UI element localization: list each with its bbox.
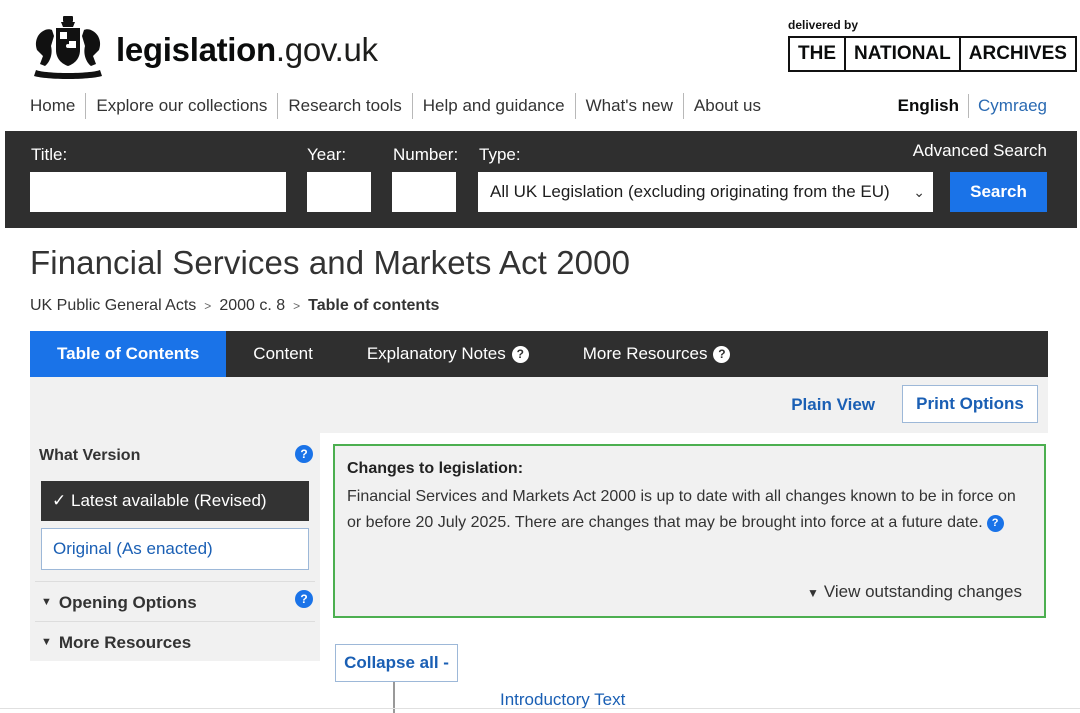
more-resources-toggle[interactable]: ▼ More Resources (35, 621, 315, 661)
version-latest-label: Latest available (Revised) (70, 491, 267, 510)
tab-explanatory-notes[interactable]: Explanatory Notes? (340, 331, 556, 377)
chevron-right-icon: > (204, 299, 212, 313)
help-icon[interactable]: ? (295, 590, 313, 608)
type-label: Type: (479, 145, 521, 164)
what-version-heading: What Version (39, 447, 141, 464)
tab-label: Table of Contents (57, 344, 200, 363)
tna-word-national: NATIONAL (846, 38, 961, 70)
tab-label: More Resources (582, 344, 708, 363)
title-input[interactable] (30, 172, 286, 212)
help-icon[interactable]: ? (986, 515, 1004, 532)
tab-more-resources[interactable]: More Resources? (556, 331, 758, 377)
nav-help-guidance[interactable]: Help and guidance (411, 93, 575, 119)
tab-label: Explanatory Notes (366, 344, 506, 363)
title-label: Title: (31, 145, 68, 164)
tab-table-of-contents[interactable]: Table of Contents (30, 331, 227, 385)
lang-english: English (898, 94, 970, 118)
nav-whats-new[interactable]: What's new (574, 93, 683, 119)
page-title: Financial Services and Markets Act 2000 (30, 244, 631, 281)
view-toolbar: Plain View Print Options (30, 377, 1048, 433)
version-original-button[interactable]: Original (As enacted) (41, 528, 309, 570)
triangle-down-icon: ▼ (41, 596, 52, 608)
help-icon[interactable]: ? (295, 445, 313, 463)
tna-word-archives: ARCHIVES (968, 43, 1067, 64)
tab-label: Content (253, 344, 313, 363)
year-label: Year: (307, 145, 347, 164)
opening-options-label: Opening Options (58, 593, 197, 612)
number-label: Number: (393, 145, 459, 164)
nav-about-us[interactable]: About us (682, 93, 771, 119)
nav-home[interactable]: Home (30, 93, 85, 119)
outstanding-label: View outstanding changes (823, 582, 1022, 601)
triangle-down-icon: ▼ (806, 586, 819, 600)
site-logo[interactable]: legislation.gov.uk (116, 30, 378, 70)
content-tabs: Table of Contents Content Explanatory No… (30, 331, 1048, 385)
changes-body: Financial Services and Markets Act 2000 … (347, 484, 1032, 536)
more-resources-label: More Resources (58, 633, 192, 652)
breadcrumb-current: Table of contents (308, 297, 440, 314)
collapse-all-button[interactable]: Collapse all - (335, 644, 458, 682)
version-latest-button[interactable]: ✓ Latest available (Revised) (41, 481, 309, 521)
opening-options-toggle[interactable]: ▼ Opening Options (35, 581, 315, 621)
triangle-down-icon: ▼ (41, 636, 52, 648)
number-input[interactable] (392, 172, 456, 212)
breadcrumb-uk-public-general-acts[interactable]: UK Public General Acts (30, 297, 196, 315)
divider (0, 708, 1080, 709)
advanced-search-link[interactable]: Advanced Search (913, 141, 1047, 161)
search-button[interactable]: Search (950, 172, 1047, 212)
delivered-by-label: delivered by (788, 18, 859, 32)
national-archives-logo[interactable]: THE NATIONAL ARCHIVES (788, 36, 1077, 72)
year-input[interactable] (307, 172, 371, 212)
site-header: legislation.gov.uk delivered by THE NATI… (0, 0, 1080, 90)
language-switcher: English Cymraeg (898, 92, 1047, 120)
introductory-text-link[interactable]: Introductory Text (500, 690, 625, 710)
lang-cymraeg-link[interactable]: Cymraeg (969, 94, 1047, 118)
tna-word-the: THE (790, 38, 846, 70)
main-nav: Home Explore our collections Research to… (30, 92, 771, 120)
nav-research-tools[interactable]: Research tools (277, 93, 411, 119)
version-sidebar: What Version ? ✓ Latest available (Revis… (30, 433, 320, 661)
tab-content[interactable]: Content (226, 331, 340, 377)
help-icon[interactable]: ? (713, 346, 731, 363)
chevron-right-icon: > (293, 299, 301, 313)
search-bar: Title: Year: Number: Type: Advanced Sear… (5, 131, 1077, 228)
view-outstanding-changes-toggle[interactable]: ▼ View outstanding changes (807, 582, 1022, 602)
plain-view-link[interactable]: Plain View (791, 395, 875, 415)
breadcrumb-2000-c8[interactable]: 2000 c. 8 (219, 297, 285, 315)
nav-explore-collections[interactable]: Explore our collections (85, 93, 277, 119)
breadcrumb: UK Public General Acts > 2000 c. 8 > Tab… (30, 297, 439, 315)
check-icon: ✓ (52, 491, 67, 510)
chevron-down-icon: ⌄ (913, 184, 925, 200)
help-icon[interactable]: ? (511, 346, 529, 363)
changes-to-legislation-panel: Changes to legislation: Financial Servic… (333, 444, 1046, 618)
print-options-button[interactable]: Print Options (902, 385, 1038, 423)
royal-crest-icon[interactable] (30, 14, 106, 80)
type-select-value: All UK Legislation (excluding originatin… (490, 182, 890, 201)
changes-body-text: Financial Services and Markets Act 2000 … (347, 488, 1016, 531)
changes-heading: Changes to legislation: (347, 460, 524, 477)
type-select[interactable]: All UK Legislation (excluding originatin… (478, 172, 933, 212)
